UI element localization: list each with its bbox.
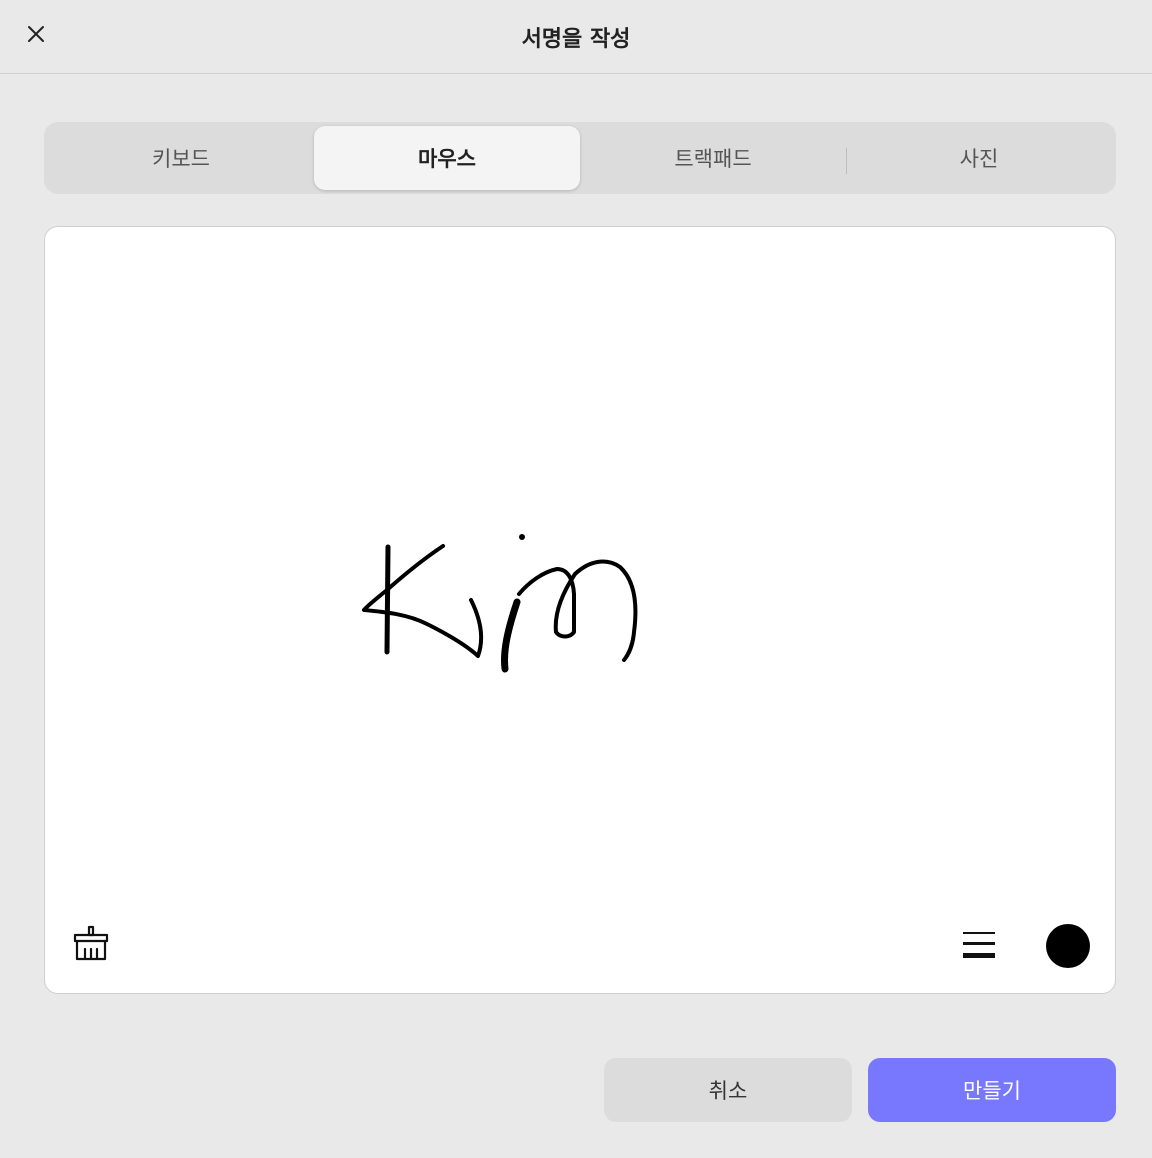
medium-line: [963, 942, 995, 945]
create-button[interactable]: 만들기: [868, 1058, 1116, 1122]
signature-drawing: [362, 534, 638, 673]
tab-trackpad[interactable]: 트랙패드: [580, 126, 846, 190]
dialog-header: 서명을 작성: [0, 0, 1152, 74]
tab-mouse[interactable]: 마우스: [314, 126, 580, 190]
dialog-title: 서명을 작성: [521, 27, 631, 52]
tab-label: 마우스: [418, 147, 476, 171]
tab-photo[interactable]: 사진: [846, 126, 1112, 190]
tab-keyboard[interactable]: 키보드: [48, 126, 314, 190]
ink-color-button[interactable]: [1046, 924, 1090, 968]
signature-canvas[interactable]: [44, 226, 1116, 994]
tab-divider: [846, 148, 847, 174]
input-mode-tabs: 키보드 마우스 트랙패드 사진: [44, 122, 1116, 194]
cancel-button[interactable]: 취소: [604, 1058, 852, 1122]
tab-label: 키보드: [152, 147, 210, 171]
thin-line: [963, 932, 995, 934]
tab-label: 사진: [959, 147, 999, 171]
brush-icon: [73, 925, 109, 961]
tab-label: 트랙패드: [674, 147, 752, 171]
thick-line: [963, 953, 995, 958]
clear-brush-button[interactable]: [69, 921, 113, 965]
line-thickness-button[interactable]: [959, 925, 999, 965]
